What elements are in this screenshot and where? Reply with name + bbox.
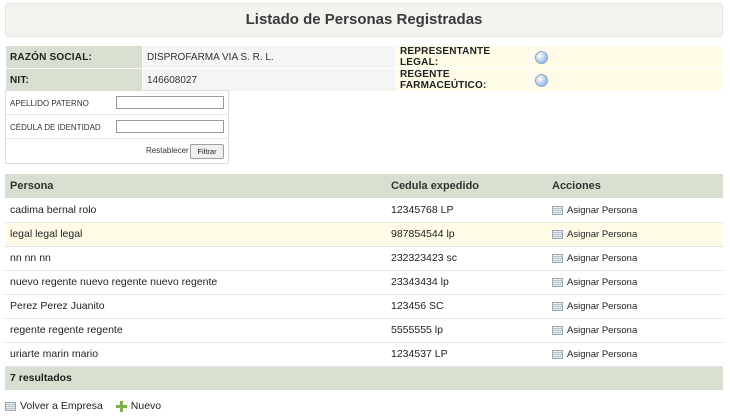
assign-person-link[interactable]: Asignar Persona [552, 349, 637, 360]
table-row: regente regente regente 5555555 lp Asign… [5, 318, 723, 343]
persona-cell: Perez Perez Juanito [5, 294, 386, 319]
document-icon [552, 349, 563, 359]
new-person-label: Nuevo [130, 400, 162, 412]
bottom-links: Volver a Empresa Nuevo [5, 400, 171, 412]
table-row: legal legal legal 987854544 lp Asignar P… [5, 222, 723, 247]
representante-legal-value [530, 45, 723, 69]
assign-person-link[interactable]: Asignar Persona [552, 325, 637, 336]
back-to-company-label: Volver a Empresa [20, 400, 103, 412]
filter-button[interactable]: Filtrar [190, 144, 224, 159]
page-title: Listado de Personas Registradas [245, 11, 483, 28]
document-icon [5, 401, 16, 411]
nit-label: NIT: [5, 68, 143, 92]
cedula-identidad-input[interactable] [116, 120, 224, 133]
document-icon [552, 301, 563, 311]
actions-cell: Asignar Persona [547, 318, 723, 343]
persona-cell: nn nn nn [5, 246, 386, 271]
filter-row-cedula: CÉDULA DE IDENTIDAD [6, 115, 228, 139]
razon-social-label: RAZÓN SOCIAL: [5, 45, 143, 69]
cedula-cell: 5555555 lp [386, 318, 547, 343]
assign-person-label: Asignar Persona [567, 301, 638, 312]
table-footer-row: 7 resultados [5, 366, 723, 390]
actions-cell: Asignar Persona [547, 222, 723, 247]
document-icon [552, 229, 563, 239]
cedula-cell: 123456 SC [386, 294, 547, 319]
actions-cell: Asignar Persona [547, 246, 723, 271]
new-person-link[interactable]: Nuevo [115, 400, 162, 412]
persona-cell: uriarte marin mario [5, 342, 386, 367]
assign-person-link[interactable]: Asignar Persona [552, 301, 637, 312]
table-row: nuevo regente nuevo regente nuevo regent… [5, 270, 723, 295]
apellido-paterno-input[interactable] [116, 96, 224, 109]
persona-cell: cadima bernal rolo [5, 198, 386, 223]
info-icon[interactable] [535, 73, 548, 87]
company-info-table: RAZÓN SOCIAL: DISPROFARMA VIA S. R. L. R… [5, 45, 723, 92]
persona-cell: legal legal legal [5, 222, 386, 247]
nit-value: 146608027 [142, 68, 396, 92]
actions-cell: Asignar Persona [547, 294, 723, 319]
persona-cell: regente regente regente [5, 318, 386, 343]
filter-row-apellido: APELLIDO PATERNO [6, 91, 228, 115]
cedula-identidad-label: CÉDULA DE IDENTIDAD [10, 123, 101, 132]
cedula-cell: 1234537 LP [386, 342, 547, 367]
regente-farmaceutico-value [530, 68, 723, 92]
cedula-cell: 23343434 lp [386, 270, 547, 295]
reset-link[interactable]: Restablecer [146, 146, 189, 155]
document-icon [552, 253, 563, 263]
assign-person-link[interactable]: Asignar Persona [552, 277, 637, 288]
filter-panel: APELLIDO PATERNO CÉDULA DE IDENTIDAD Res… [5, 90, 229, 164]
column-header-acciones: Acciones [547, 174, 723, 198]
table-header-row: Persona Cedula expedido Acciones [5, 174, 723, 198]
regente-farmaceutico-label: REGENTE FARMACEÚTICO: [395, 68, 531, 92]
plus-icon [115, 400, 127, 412]
persons-table: Persona Cedula expedido Acciones cadima … [5, 174, 723, 390]
assign-person-link[interactable]: Asignar Persona [552, 205, 637, 216]
assign-person-link[interactable]: Asignar Persona [552, 229, 637, 240]
table-row: nn nn nn 232323423 sc Asignar Persona [5, 246, 723, 271]
results-count: 7 resultados [5, 366, 723, 390]
assign-person-label: Asignar Persona [567, 325, 638, 336]
table-row: uriarte marin mario 1234537 LP Asignar P… [5, 342, 723, 367]
back-to-company-link[interactable]: Volver a Empresa [5, 400, 103, 412]
cedula-cell: 232323423 sc [386, 246, 547, 271]
document-icon [552, 205, 563, 215]
actions-cell: Asignar Persona [547, 342, 723, 367]
cedula-cell: 987854544 lp [386, 222, 547, 247]
column-header-cedula: Cedula expedido [386, 174, 547, 198]
document-icon [552, 277, 563, 287]
assign-person-label: Asignar Persona [567, 277, 638, 288]
razon-social-value: DISPROFARMA VIA S. R. L. [142, 45, 396, 69]
table-row: cadima bernal rolo 12345768 LP Asignar P… [5, 198, 723, 223]
document-icon [552, 325, 563, 335]
representante-legal-label: REPRESENTANTE LEGAL: [395, 45, 531, 69]
assign-person-label: Asignar Persona [567, 349, 638, 360]
assign-person-link[interactable]: Asignar Persona [552, 253, 637, 264]
title-panel: Listado de Personas Registradas [5, 3, 723, 37]
info-icon[interactable] [535, 50, 548, 64]
actions-cell: Asignar Persona [547, 270, 723, 295]
info-row-nit: NIT: 146608027 REGENTE FARMACEÚTICO: [5, 68, 723, 92]
cedula-cell: 12345768 LP [386, 198, 547, 223]
actions-cell: Asignar Persona [547, 198, 723, 223]
assign-person-label: Asignar Persona [567, 229, 638, 240]
info-row-razon: RAZÓN SOCIAL: DISPROFARMA VIA S. R. L. R… [5, 45, 723, 69]
table-row: Perez Perez Juanito 123456 SC Asignar Pe… [5, 294, 723, 319]
column-header-persona: Persona [5, 174, 386, 198]
assign-person-label: Asignar Persona [567, 253, 638, 264]
persona-cell: nuevo regente nuevo regente nuevo regent… [5, 270, 386, 295]
assign-person-label: Asignar Persona [567, 204, 638, 216]
apellido-paterno-label: APELLIDO PATERNO [10, 99, 89, 108]
